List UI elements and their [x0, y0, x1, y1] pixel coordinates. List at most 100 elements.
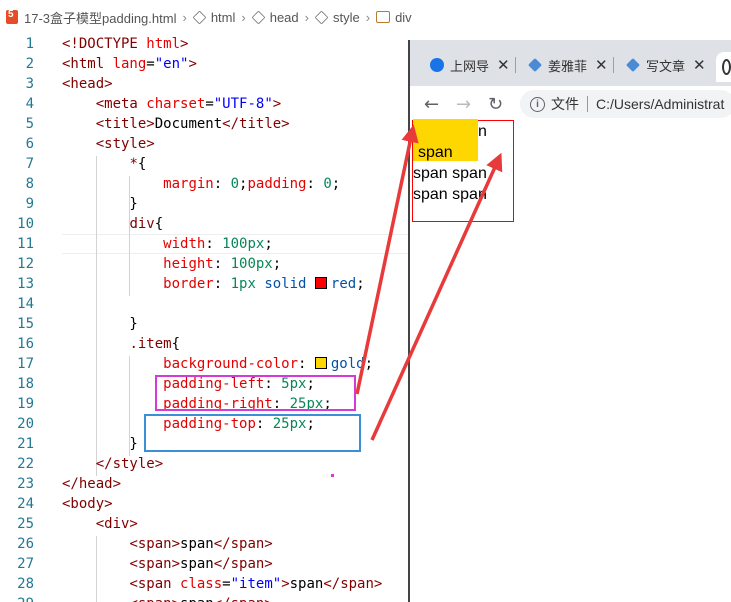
code-token: Document	[154, 116, 223, 132]
breadcrumb-style[interactable]: style	[333, 10, 360, 25]
code-line[interactable]: 5 <title>Document</title>	[0, 114, 408, 134]
code-token: ;	[264, 236, 273, 252]
code-line[interactable]: 2 <html lang="en">	[0, 54, 408, 74]
code-token: <div>	[95, 516, 138, 532]
chevron-right-icon: ›	[182, 9, 187, 25]
line-number: 25	[17, 516, 34, 532]
code-line[interactable]: 23 </head>	[0, 474, 408, 494]
code-text: <span class="item">span</span>	[62, 574, 382, 594]
code-token: <span>	[129, 556, 181, 572]
code-token: </span>	[214, 596, 273, 602]
code-line[interactable]: 22 </style>	[0, 454, 408, 474]
tab-3[interactable]: 写文章 ✕	[626, 50, 706, 80]
tab-2[interactable]: 姜雅菲 ✕	[528, 50, 614, 80]
close-icon[interactable]: ✕	[497, 56, 510, 74]
code-line[interactable]: 7 *{	[0, 154, 408, 174]
line-number: 27	[17, 556, 34, 572]
code-line[interactable]: 15 }	[0, 314, 408, 334]
code-text: <span>span</span>	[62, 554, 272, 574]
code-token: <title>	[95, 116, 155, 132]
tab-divider	[514, 57, 516, 73]
code-token: >	[281, 576, 290, 592]
code-line[interactable]: 26 <span>span</span>	[0, 534, 408, 554]
line-number: 6	[25, 136, 34, 152]
line-number: 22	[17, 456, 34, 472]
color-swatch[interactable]	[314, 356, 327, 369]
line-number: 10	[17, 216, 34, 232]
code-line[interactable]: 9 }	[0, 194, 408, 214]
line-number: 17	[17, 356, 34, 372]
code-line[interactable]: 1 <!DOCTYPE html>	[0, 34, 408, 54]
close-icon[interactable]: ✕	[693, 56, 706, 74]
code-token: >	[188, 56, 197, 72]
code-line[interactable]: 12 height: 100px;	[0, 254, 408, 274]
tab-1[interactable]: 上网导 ✕	[430, 50, 516, 80]
code-line[interactable]: 17 background-color: gold;	[0, 354, 408, 374]
line-number: 19	[17, 396, 34, 412]
code-token: class	[180, 576, 223, 592]
code-token: height	[163, 256, 214, 272]
code-token: border	[163, 276, 214, 292]
color-swatch[interactable]	[314, 276, 327, 289]
code-token: }	[62, 196, 138, 212]
rendered-span: span	[452, 165, 487, 182]
close-icon[interactable]: ✕	[595, 56, 608, 74]
code-editor[interactable]: 1 <!DOCTYPE html> 2 <html lang="en"> 3 <head>…	[0, 34, 408, 602]
line-number: 16	[17, 336, 34, 352]
code-token: :	[213, 276, 231, 292]
breadcrumb-file[interactable]: 17-3盒子模型padding.html	[24, 8, 176, 27]
layers-icon	[626, 58, 640, 72]
breadcrumb-html[interactable]: html	[211, 10, 236, 25]
code-line[interactable]: 29 <span>span</span>	[0, 594, 408, 602]
line-number: 4	[25, 96, 34, 112]
code-line[interactable]: 8 margin: 0;padding: 0;	[0, 174, 408, 194]
code-token: {	[154, 216, 164, 232]
line-number: 29	[0, 594, 34, 602]
code-token: =	[222, 576, 231, 592]
line-number: 9	[25, 196, 34, 212]
cube-icon	[314, 10, 329, 24]
code-line[interactable]: 27 <span>span</span>	[0, 554, 408, 574]
padding-top-highlight-box	[144, 414, 361, 452]
code-token: margin	[163, 176, 214, 192]
code-line[interactable]: 24 <body>	[0, 494, 408, 514]
tab-active[interactable]	[716, 52, 731, 82]
code-text: .item{	[62, 334, 180, 354]
code-token: background-color	[163, 356, 299, 372]
code-line[interactable]: 3 <head>	[0, 74, 408, 94]
code-line[interactable]: 4 <meta charset="UTF-8">	[0, 94, 408, 114]
code-token: <meta	[95, 96, 147, 112]
code-text: height: 100px;	[62, 254, 281, 274]
code-line[interactable]: 6 <style>	[0, 134, 408, 154]
code-text: <meta charset="UTF-8">	[62, 94, 281, 114]
code-token: :	[306, 176, 324, 192]
code-token: }	[62, 436, 138, 452]
breadcrumb-div[interactable]: div	[395, 10, 412, 25]
code-text: <span>span</span>	[62, 534, 272, 554]
reload-icon[interactable]: ↻	[488, 94, 503, 115]
code-token: charset	[146, 96, 206, 112]
code-line[interactable]: 14	[0, 294, 408, 314]
line-number: 13	[17, 276, 34, 292]
layers-icon	[528, 58, 542, 72]
code-line[interactable]: 16 .item{	[0, 334, 408, 354]
breadcrumb-head[interactable]: head	[270, 10, 299, 25]
code-token: lang	[112, 56, 147, 72]
forward-arrow-icon[interactable]: →	[456, 94, 471, 115]
code-line[interactable]: 10 div{	[0, 214, 408, 234]
tab-label: 上网导	[450, 58, 490, 74]
code-text: }	[62, 314, 137, 334]
code-line[interactable]: 28 <span class="item">span</span>	[0, 574, 408, 594]
code-line[interactable]: 11 width: 100px;	[0, 234, 408, 254]
code-text: *{	[62, 154, 146, 174]
code-line[interactable]: 13 border: 1px solid red;	[0, 274, 408, 294]
info-icon[interactable]: i	[530, 96, 545, 112]
code-line[interactable]: 25 <div>	[0, 514, 408, 534]
back-arrow-icon[interactable]: ←	[424, 94, 439, 115]
url-bar[interactable]: i 文件 C:/Users/Administrat	[520, 90, 731, 118]
